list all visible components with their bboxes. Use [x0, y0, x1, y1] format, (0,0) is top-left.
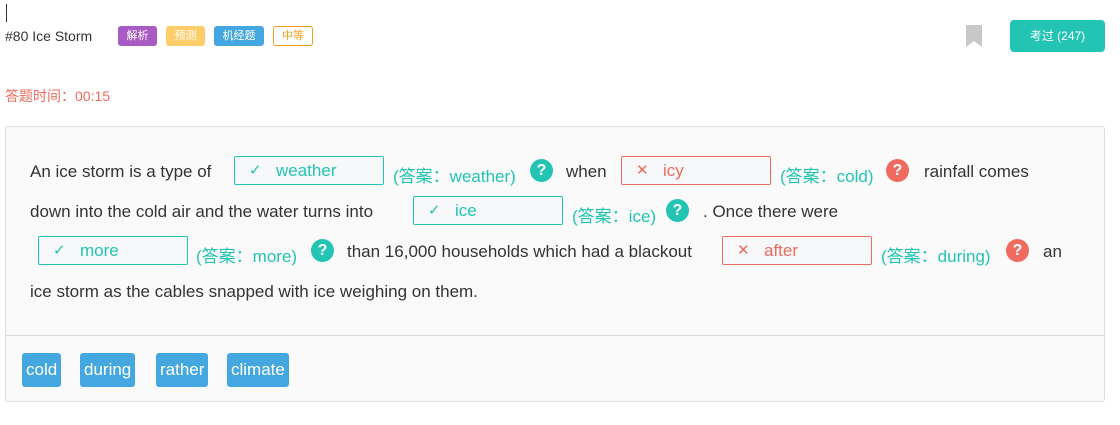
- help-icon[interactable]: ?: [1006, 239, 1029, 262]
- check-icon: ✓: [249, 162, 262, 179]
- blank-5-input[interactable]: ✕ after: [722, 236, 872, 265]
- tag-predict[interactable]: 预测: [166, 26, 205, 46]
- word-chip-climate[interactable]: climate: [227, 353, 289, 387]
- passage-text: down into the cold air and the water tur…: [30, 202, 374, 221]
- correct-answer: (答案：weather): [393, 167, 516, 186]
- correct-answer: (答案：ice): [572, 207, 657, 226]
- question-header: #80 Ice Storm 解析 预测 机经题 中等 考过 (247): [0, 20, 1120, 52]
- blank-value: ice: [455, 201, 477, 220]
- passage-text: rainfall comes: [924, 162, 1029, 181]
- passage-text: . Once there were: [703, 202, 839, 221]
- blank-value: after: [764, 241, 799, 260]
- blank-value: more: [80, 241, 119, 260]
- blank-1-input[interactable]: ✓ weather: [234, 156, 384, 185]
- done-count-button[interactable]: 考过 (247): [1010, 20, 1105, 52]
- passage-text: an: [1043, 242, 1062, 261]
- tag-difficulty: 中等: [273, 26, 313, 46]
- correct-answer: (答案：more): [196, 247, 298, 266]
- word-chip-cold[interactable]: cold: [22, 353, 62, 387]
- blank-3-input[interactable]: ✓ ice: [413, 196, 563, 225]
- tag-machine-exam[interactable]: 机经题: [214, 26, 264, 46]
- correct-answer: (答案：during): [881, 247, 991, 266]
- blank-value: icy: [663, 161, 684, 180]
- blank-4-input[interactable]: ✓ more: [38, 236, 188, 265]
- bookmark-icon[interactable]: [966, 25, 982, 47]
- correct-answer: (答案：cold): [780, 167, 874, 186]
- help-icon[interactable]: ?: [530, 159, 553, 182]
- passage-text: than 16,000 households which had a black…: [347, 242, 692, 261]
- blank-2-input[interactable]: ✕ icy: [621, 156, 771, 185]
- check-icon: ✓: [53, 242, 66, 259]
- passage-text: ice storm as the cables snapped with ice…: [30, 282, 478, 301]
- help-icon[interactable]: ?: [311, 239, 334, 262]
- word-chip-rather[interactable]: rather: [156, 353, 209, 387]
- question-card: An ice storm is a type of ✓ weather (答案：…: [5, 126, 1105, 402]
- cross-icon: ✕: [636, 162, 649, 179]
- passage: An ice storm is a type of ✓ weather (答案：…: [6, 127, 1104, 336]
- text-cursor: [6, 4, 7, 22]
- check-icon: ✓: [428, 202, 441, 219]
- word-chip-during[interactable]: during: [80, 353, 136, 387]
- help-icon[interactable]: ?: [886, 159, 909, 182]
- answer-timer: 答题时间：00:15: [5, 88, 111, 104]
- help-icon[interactable]: ?: [666, 199, 689, 222]
- passage-text: when: [566, 162, 607, 181]
- tag-analysis[interactable]: 解析: [118, 26, 157, 46]
- passage-text: An ice storm is a type of: [30, 162, 212, 181]
- cross-icon: ✕: [737, 242, 750, 259]
- question-title: #80 Ice Storm: [5, 28, 93, 44]
- blank-value: weather: [276, 161, 337, 180]
